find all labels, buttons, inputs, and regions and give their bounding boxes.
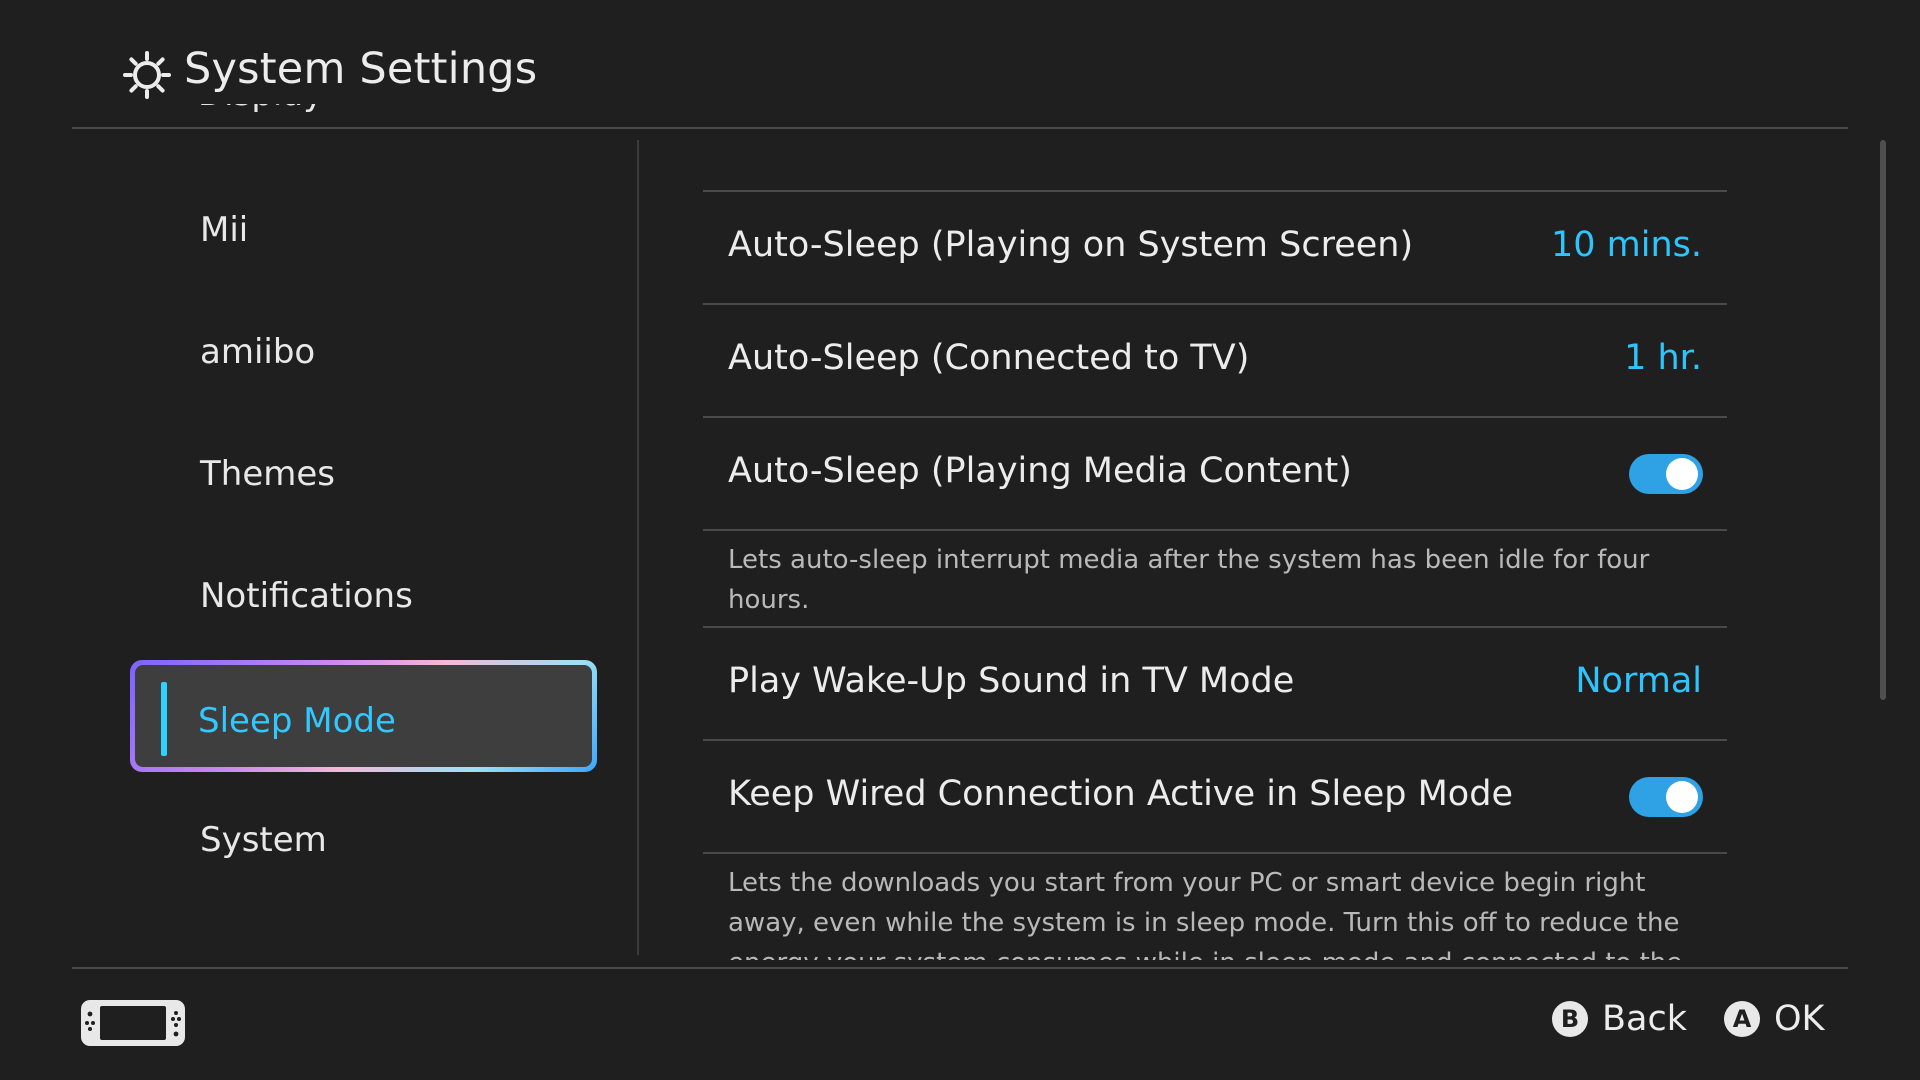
page-title: System Settings: [184, 44, 538, 94]
sidebar: Mii amiibo Themes Notifications Sleep Mo…: [72, 140, 639, 955]
setting-auto-sleep-tv[interactable]: Auto-Sleep (Connected to TV) 1 hr.: [703, 303, 1727, 415]
sidebar-item-sleep-mode[interactable]: Sleep Mode: [130, 660, 597, 772]
setting-auto-sleep-media[interactable]: Auto-Sleep (Playing Media Content): [703, 416, 1727, 528]
setting-description: Lets auto-sleep interrupt media after th…: [728, 545, 1650, 615]
b-button-icon: B: [1552, 1001, 1588, 1037]
sidebar-item-label: Sleep Mode: [198, 701, 396, 741]
setting-label: Auto-Sleep (Playing Media Content): [728, 451, 1352, 491]
divider: [703, 852, 1727, 854]
setting-label: Auto-Sleep (Playing on System Screen): [728, 225, 1414, 265]
keep-wired-connection-toggle[interactable]: [1629, 777, 1703, 817]
sidebar-item-mii[interactable]: Mii: [200, 210, 248, 250]
sidebar-item-amiibo[interactable]: amiibo: [200, 332, 315, 372]
selection-indicator: [161, 682, 167, 756]
toggle-knob: [1666, 781, 1698, 813]
sidebar-item-themes[interactable]: Themes: [200, 454, 335, 494]
a-button-icon: A: [1724, 1001, 1760, 1037]
settings-list: Auto-Sleep (Playing on System Screen) 10…: [703, 190, 1727, 960]
back-label: Back: [1602, 999, 1687, 1039]
sidebar-item-label: Display: [198, 104, 398, 114]
sidebar-item-display-clipped[interactable]: Display: [198, 104, 398, 128]
setting-label: Keep Wired Connection Active in Sleep Mo…: [728, 774, 1513, 814]
toggle-knob: [1666, 458, 1698, 490]
sidebar-item-system[interactable]: System: [200, 820, 327, 860]
setting-label: Play Wake-Up Sound in TV Mode: [728, 661, 1295, 701]
footer: B Back A OK: [72, 967, 1848, 1080]
setting-value: Normal: [1575, 661, 1702, 701]
console-icon: [81, 1000, 185, 1046]
selection-highlight: Sleep Mode: [135, 665, 592, 767]
sidebar-item-notifications[interactable]: Notifications: [200, 576, 413, 616]
divider: [703, 529, 1727, 531]
setting-value: 10 mins.: [1550, 225, 1702, 265]
setting-value: 1 hr.: [1624, 338, 1702, 378]
setting-wake-up-sound[interactable]: Play Wake-Up Sound in TV Mode Normal: [703, 626, 1727, 738]
setting-label: Auto-Sleep (Connected to TV): [728, 338, 1250, 378]
setting-keep-wired-connection[interactable]: Keep Wired Connection Active in Sleep Mo…: [703, 739, 1727, 851]
setting-description: Lets the downloads you start from your P…: [728, 868, 1682, 960]
scrollbar[interactable]: [1880, 140, 1886, 700]
back-button[interactable]: B Back: [1552, 999, 1687, 1039]
ok-label: OK: [1774, 999, 1825, 1039]
auto-sleep-media-toggle[interactable]: [1629, 454, 1703, 494]
setting-auto-sleep-system-screen[interactable]: Auto-Sleep (Playing on System Screen) 10…: [703, 190, 1727, 302]
ok-button[interactable]: A OK: [1724, 999, 1825, 1039]
gear-icon: [123, 51, 171, 99]
system-settings-screen: System Settings Display Mii amiibo Theme…: [0, 0, 1920, 1080]
